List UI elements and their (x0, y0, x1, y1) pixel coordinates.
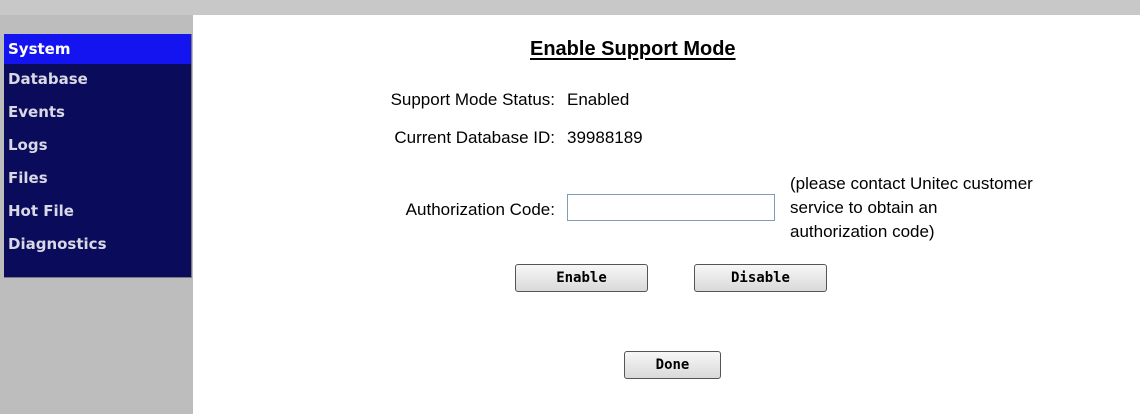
auth-note-line-3: authorization code) (790, 222, 935, 241)
disable-button[interactable]: Disable (694, 264, 827, 292)
enable-button[interactable]: Enable (515, 264, 648, 292)
database-id-label: Current Database ID: (394, 128, 555, 147)
top-border (0, 0, 1140, 15)
sidebar-item-logs[interactable]: Logs (4, 130, 191, 161)
sidebar-item-events[interactable]: Events (4, 97, 191, 128)
database-id-value: 39988189 (567, 128, 643, 147)
sidebar-item-database[interactable]: Database (4, 64, 191, 95)
support-status-label: Support Mode Status: (390, 90, 555, 109)
sidebar-item-system[interactable]: System (4, 34, 191, 64)
page-title: Enable Support Mode (530, 38, 736, 60)
support-status-value: Enabled (567, 90, 630, 109)
sidebar-nav: System Database Events Logs Files Hot Fi… (4, 34, 192, 278)
sidebar-item-files[interactable]: Files (4, 163, 191, 194)
auth-note-line-1: (please contact Unitec customer (790, 174, 1033, 193)
sidebar-item-diagnostics[interactable]: Diagnostics (4, 229, 191, 260)
auth-code-input[interactable] (567, 194, 775, 221)
sidebar-item-hot-file[interactable]: Hot File (4, 196, 191, 227)
auth-code-label: Authorization Code: (405, 200, 555, 219)
done-button[interactable]: Done (624, 351, 721, 379)
sidebar: System Database Events Logs Files Hot Fi… (0, 15, 193, 414)
auth-code-note: (please contact Unitec customer service … (790, 172, 1135, 244)
auth-note-line-2: service to obtain an (790, 198, 938, 217)
